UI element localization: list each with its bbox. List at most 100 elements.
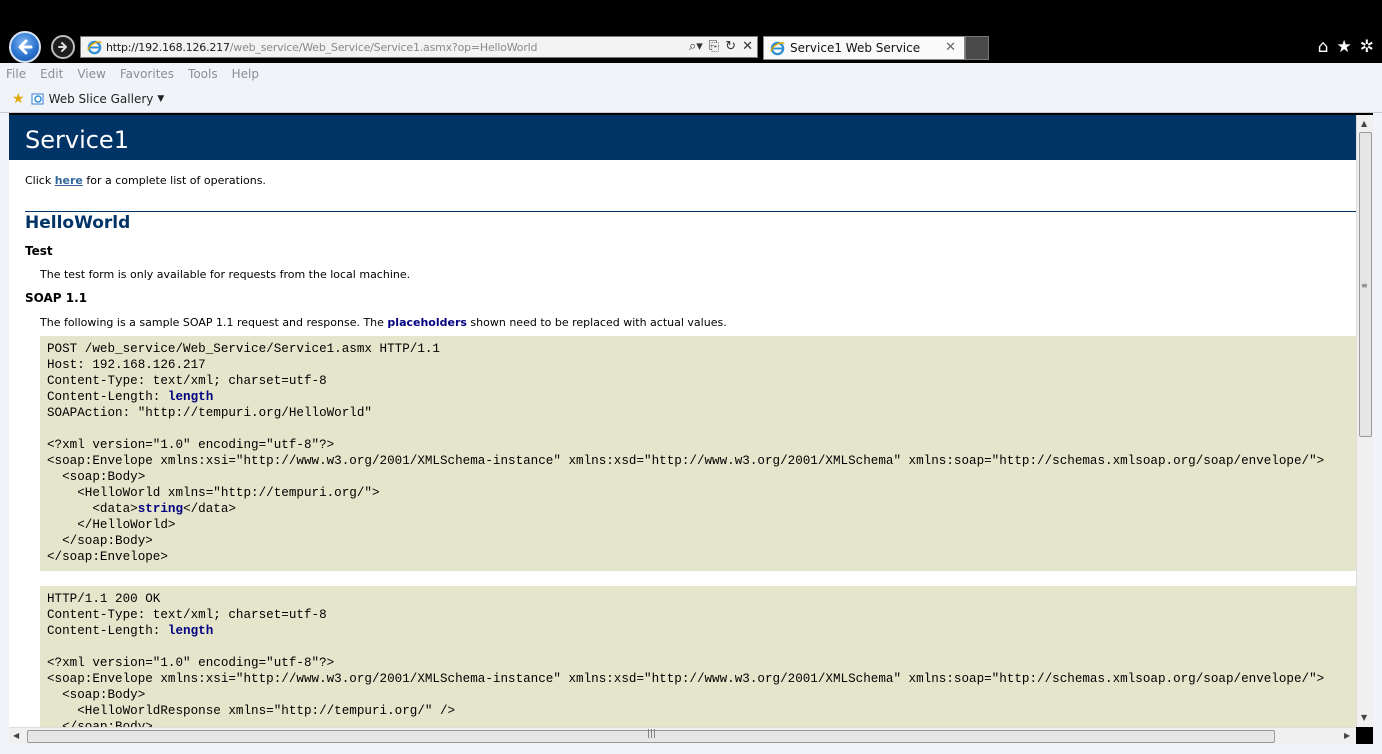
menu-file[interactable]: File — [6, 67, 26, 81]
code-text: SOAPAction: "http://tempuri.org/HelloWor… — [47, 406, 372, 420]
code-line: Content-Type: text/xml; charset=utf-8 — [47, 608, 327, 622]
menu-view[interactable]: View — [77, 67, 105, 81]
code-line: <HelloWorldResponse xmlns="http://tempur… — [47, 704, 455, 718]
scroll-left-arrow-icon[interactable]: ◀ — [13, 731, 19, 740]
soap-response-sample: HTTP/1.1 200 OK Content-Type: text/xml; … — [40, 586, 1356, 727]
code-line: Host: 192.168.126.217 — [47, 358, 206, 372]
code-text: HTTP/1.1 200 OK — [47, 592, 161, 606]
code-text: </HelloWorld> — [47, 518, 176, 532]
code-line: Content-Length: length — [47, 390, 213, 404]
favorites-star-icon[interactable]: ★ — [1337, 37, 1352, 57]
horizontal-scrollbar[interactable]: ◀ ||| ▶ — [9, 727, 1356, 744]
refresh-icon[interactable]: ↻ — [725, 39, 736, 54]
code-line: Content-Type: text/xml; charset=utf-8 — [47, 374, 327, 388]
code-line: <soap:Envelope xmlns:xsi="http://www.w3.… — [47, 454, 1324, 468]
code-text: Content-Length: — [47, 624, 168, 638]
scroll-right-arrow-icon[interactable]: ▶ — [1344, 731, 1350, 740]
code-text: <soap:Envelope xmlns:xsi="http://www.w3.… — [47, 454, 1325, 468]
soap-desc-before: The following is a sample SOAP 1.1 reque… — [40, 316, 388, 329]
browser-toolbar: http://192.168.126.217/web_service/Web_S… — [0, 0, 1382, 63]
web-slice-gallery-link[interactable]: Web Slice Gallery — [49, 92, 154, 106]
code-text: <HelloWorld xmlns="http://tempuri.org/"> — [47, 486, 380, 500]
code-line: </soap:Body> — [47, 720, 153, 727]
placeholders-term: placeholders — [387, 316, 467, 329]
code-text: <soap:Body> — [47, 688, 146, 702]
code-line: <soap:Envelope xmlns:xsi="http://www.w3.… — [47, 672, 1324, 686]
soap-description: The following is a sample SOAP 1.1 reque… — [40, 316, 727, 329]
code-line: <soap:Body> — [47, 470, 145, 484]
test-text: The test form is only available for requ… — [40, 268, 411, 281]
url-path: /web_service/Web_Service/Service1.asmx?o… — [229, 40, 538, 54]
code-text: </soap:Body> — [47, 720, 153, 727]
ie-tab-icon — [770, 41, 785, 55]
code-text: POST /web_service/Web_Service/Service1.a… — [47, 342, 440, 356]
code-line: SOAPAction: "http://tempuri.org/HelloWor… — [47, 406, 372, 420]
menu-favorites[interactable]: Favorites — [120, 67, 174, 81]
code-text: Host: 192.168.126.217 — [47, 358, 206, 372]
search-icon[interactable]: ⌕▾ — [689, 39, 703, 54]
url-host: http://192.168.126.217 — [106, 40, 230, 54]
favorites-bar: ★ Web Slice Gallery ▼ — [0, 85, 1382, 113]
vertical-scrollbar[interactable]: ▲ ≡ ▼ — [1356, 115, 1373, 727]
gear-icon[interactable]: ✲ — [1360, 37, 1374, 57]
code-text: </soap:Envelope> — [47, 550, 168, 564]
code-text: <soap:Body> — [47, 470, 146, 484]
code-line: <data>string</data> — [47, 502, 236, 516]
scroll-grip-icon: ||| — [647, 729, 657, 739]
test-heading: Test — [25, 244, 53, 258]
window-frame-bottom — [0, 744, 1382, 754]
back-button[interactable] — [9, 31, 41, 63]
address-bar[interactable]: http://192.168.126.217/web_service/Web_S… — [80, 36, 758, 58]
code-text: <HelloWorldResponse xmlns="http://tempur… — [47, 704, 456, 718]
compatibility-view-icon[interactable]: ⎘ — [709, 39, 719, 54]
operations-list-link[interactable]: here — [55, 174, 83, 187]
code-text: Content-Type: text/xml; charset=utf-8 — [47, 608, 327, 622]
forward-button[interactable] — [51, 35, 75, 59]
window-frame-right — [1373, 113, 1382, 754]
code-line: <soap:Body> — [47, 688, 145, 702]
operation-title: HelloWorld — [25, 213, 131, 233]
code-line: HTTP/1.1 200 OK — [47, 592, 160, 606]
soap-desc-after: shown need to be replaced with actual va… — [466, 316, 727, 329]
service-banner: Service1 — [9, 115, 1356, 160]
web-slice-icon — [31, 93, 44, 104]
soap-request-sample: POST /web_service/Web_Service/Service1.a… — [40, 336, 1356, 571]
response-code: HTTP/1.1 200 OK Content-Type: text/xml; … — [40, 586, 1356, 727]
menu-bar: File Edit View Favorites Tools Help — [0, 63, 1382, 85]
new-tab-button[interactable] — [965, 36, 989, 60]
page-content: Service1 Click here for a complete list … — [9, 115, 1356, 727]
ie-page-icon — [87, 40, 102, 54]
arrow-left-icon — [18, 39, 33, 55]
browser-tab[interactable]: Service1 Web Service ✕ — [763, 36, 965, 60]
url-text[interactable]: http://192.168.126.217/web_service/Web_S… — [106, 40, 538, 54]
code-text: Content-Type: text/xml; charset=utf-8 — [47, 374, 327, 388]
chevron-down-icon[interactable]: ▼ — [157, 94, 164, 104]
menu-tools[interactable]: Tools — [188, 67, 218, 81]
code-line: <?xml version="1.0" encoding="utf-8"?> — [47, 438, 334, 452]
scroll-grip-icon: ≡ — [1361, 281, 1368, 290]
stop-icon[interactable]: ✕ — [742, 39, 753, 54]
close-tab-icon[interactable]: ✕ — [945, 40, 956, 55]
code-placeholder: string — [137, 502, 184, 516]
menu-help[interactable]: Help — [232, 67, 259, 81]
intro-text: Click here for a complete list of operat… — [25, 174, 266, 187]
code-line: <HelloWorld xmlns="http://tempuri.org/"> — [47, 486, 380, 500]
add-favorite-icon[interactable]: ★ — [12, 91, 25, 107]
code-line: POST /web_service/Web_Service/Service1.a… — [47, 342, 440, 356]
code-line: </soap:Envelope> — [47, 550, 168, 564]
home-icon[interactable]: ⌂ — [1318, 37, 1329, 57]
code-text: </soap:Body> — [47, 534, 153, 548]
soap-heading: SOAP 1.1 — [25, 291, 88, 305]
tab-title: Service1 Web Service — [790, 41, 921, 55]
menu-edit[interactable]: Edit — [40, 67, 63, 81]
scroll-down-arrow-icon[interactable]: ▼ — [1361, 713, 1367, 722]
code-placeholder: length — [167, 390, 214, 404]
code-placeholder: length — [167, 624, 214, 638]
code-text: <data> — [47, 502, 138, 516]
code-text: Content-Length: — [47, 390, 168, 404]
code-text: <?xml version="1.0" encoding="utf-8"?> — [47, 438, 335, 452]
code-line: </soap:Body> — [47, 534, 153, 548]
page-title: Service1 — [25, 126, 129, 154]
scroll-up-arrow-icon[interactable]: ▲ — [1361, 119, 1367, 128]
code-line: <?xml version="1.0" encoding="utf-8"?> — [47, 656, 334, 670]
